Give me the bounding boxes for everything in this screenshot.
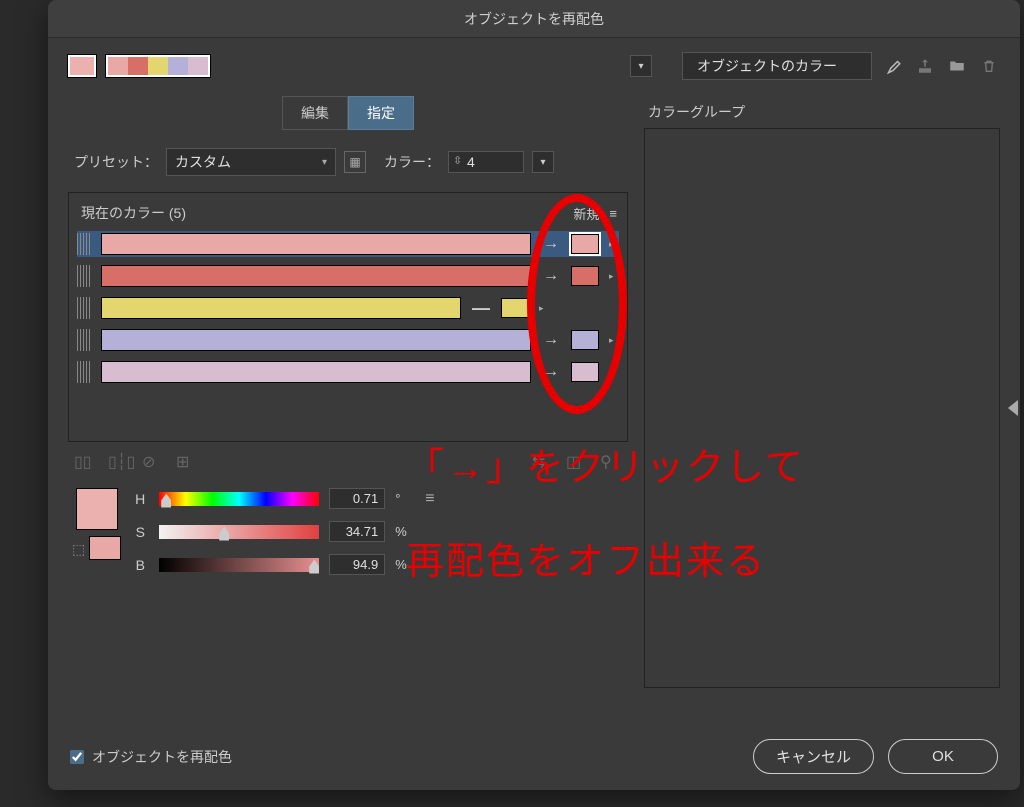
titlebar: オブジェクトを再配色 bbox=[48, 0, 1020, 38]
source-color-bar[interactable] bbox=[101, 329, 531, 351]
preset-options-icon[interactable]: ▦ bbox=[344, 151, 366, 173]
dialog-title: オブジェクトを再配色 bbox=[464, 9, 604, 29]
recolor-arrow-icon[interactable]: → bbox=[541, 235, 561, 253]
color-row[interactable]: →▸ bbox=[77, 231, 619, 257]
main-area: 編集 指定 プリセット： カスタム ▾ ▦ カラー： 4 ▾ 現在 bbox=[48, 90, 1020, 723]
color-group-strip[interactable] bbox=[106, 55, 210, 77]
target-menu-icon[interactable]: ▸ bbox=[609, 367, 619, 378]
target-swatch[interactable] bbox=[571, 362, 599, 382]
main-swatch[interactable] bbox=[76, 488, 118, 530]
target-swatch[interactable] bbox=[501, 298, 529, 318]
current-color-swatch[interactable] bbox=[68, 55, 96, 77]
color-list-panel: 現在のカラー (5) 新規 ≡ →▸→▸—▸→▸→▸ bbox=[68, 192, 628, 442]
expand-panel-icon[interactable] bbox=[1008, 400, 1018, 416]
row-handle[interactable] bbox=[77, 329, 91, 351]
hsl-menu-icon[interactable]: ≡ bbox=[425, 490, 434, 508]
color-groups-list[interactable] bbox=[644, 128, 1000, 688]
group-dropdown-button[interactable]: ▾ bbox=[630, 55, 652, 77]
panel-menu-icon[interactable]: ≡ bbox=[609, 206, 615, 221]
color-row[interactable]: →▸ bbox=[77, 327, 619, 353]
color-count-label: カラー： bbox=[384, 152, 440, 172]
find-color-icon[interactable]: ⚲ bbox=[600, 452, 622, 470]
footer: オブジェクトを再配色 キャンセル OK bbox=[48, 723, 1020, 790]
target-menu-icon[interactable]: ▸ bbox=[609, 271, 619, 282]
recolor-arrow-icon[interactable]: → bbox=[541, 331, 561, 349]
secondary-swatch[interactable] bbox=[89, 536, 121, 560]
source-color-bar[interactable] bbox=[101, 297, 461, 319]
recolor-off-icon[interactable]: — bbox=[471, 298, 491, 319]
hsl-section: ⬚ H 0.71 ° ≡ S bbox=[68, 488, 628, 575]
merge-icon[interactable]: ▯▯ bbox=[74, 452, 96, 470]
preset-label: プリセット： bbox=[74, 152, 158, 172]
color-groups-label: カラーグループ bbox=[648, 102, 1000, 122]
ok-button[interactable]: OK bbox=[888, 739, 998, 774]
color-count-dropdown[interactable]: ▾ bbox=[532, 151, 554, 173]
saturation-input[interactable]: 34.71 bbox=[329, 521, 385, 542]
target-swatch[interactable] bbox=[571, 234, 599, 254]
exclude-icon[interactable]: ⊘ bbox=[142, 452, 164, 470]
tab-assign[interactable]: 指定 bbox=[348, 96, 414, 130]
row-handle[interactable] bbox=[77, 265, 91, 287]
panel-tools: ▯▯ ▯┆▯ ⊘ ⊞ ⇆ ◫ ⚲ bbox=[68, 442, 628, 470]
tab-edit[interactable]: 編集 bbox=[282, 96, 348, 130]
randomize-saturation-icon[interactable]: ◫ bbox=[566, 452, 588, 470]
color-count-input[interactable]: 4 bbox=[448, 151, 524, 173]
recolor-arrow-icon[interactable]: → bbox=[541, 363, 561, 381]
split-icon[interactable]: ▯┆▯ bbox=[108, 452, 130, 470]
brightness-input[interactable]: 94.9 bbox=[329, 554, 385, 575]
source-color-bar[interactable] bbox=[101, 265, 531, 287]
row-handle[interactable] bbox=[77, 361, 91, 383]
tab-group: 編集 指定 bbox=[68, 96, 628, 130]
color-row[interactable]: —▸ bbox=[77, 295, 619, 321]
color-row[interactable]: →▸ bbox=[77, 359, 619, 385]
source-color-bar[interactable] bbox=[101, 361, 531, 383]
recolor-arrow-icon[interactable]: → bbox=[541, 267, 561, 285]
row-handle[interactable] bbox=[77, 297, 91, 319]
right-panel: カラーグループ bbox=[644, 90, 1000, 723]
target-menu-icon[interactable]: ▸ bbox=[609, 335, 619, 346]
target-menu-icon[interactable]: ▸ bbox=[539, 303, 549, 314]
recolor-checkbox[interactable] bbox=[70, 750, 84, 764]
source-color-bar[interactable] bbox=[101, 233, 531, 255]
brightness-slider[interactable] bbox=[159, 558, 319, 572]
save-group-icon[interactable] bbox=[914, 55, 936, 77]
target-swatch[interactable] bbox=[571, 330, 599, 350]
left-panel: 編集 指定 プリセット： カスタム ▾ ▦ カラー： 4 ▾ 現在 bbox=[68, 90, 628, 723]
hue-label: H bbox=[131, 491, 149, 507]
cube-icon[interactable]: ⬚ bbox=[72, 541, 85, 558]
trash-icon[interactable] bbox=[978, 55, 1000, 77]
hue-slider[interactable] bbox=[159, 492, 319, 506]
new-colors-label: 新規 bbox=[573, 204, 599, 223]
eyedropper-icon[interactable] bbox=[882, 55, 904, 77]
recolor-dialog: オブジェクトを再配色 ▾ オブジェクトのカラー 編集 指定 bbox=[48, 0, 1020, 790]
object-color-field[interactable]: オブジェクトのカラー bbox=[682, 52, 872, 80]
target-swatch[interactable] bbox=[571, 266, 599, 286]
toolbar: ▾ オブジェクトのカラー bbox=[48, 38, 1020, 90]
brightness-label: B bbox=[131, 557, 149, 573]
chevron-down-icon: ▾ bbox=[322, 157, 327, 168]
saturation-slider[interactable] bbox=[159, 525, 319, 539]
preset-select[interactable]: カスタム ▾ bbox=[166, 148, 336, 176]
hue-input[interactable]: 0.71 bbox=[329, 488, 385, 509]
recolor-checkbox-label[interactable]: オブジェクトを再配色 bbox=[70, 747, 232, 767]
saturation-label: S bbox=[131, 524, 149, 540]
current-colors-label: 現在のカラー (5) bbox=[81, 203, 186, 223]
preset-row: プリセット： カスタム ▾ ▦ カラー： 4 ▾ bbox=[68, 148, 628, 176]
cancel-button[interactable]: キャンセル bbox=[753, 739, 874, 774]
row-handle[interactable] bbox=[77, 233, 91, 255]
folder-icon[interactable] bbox=[946, 55, 968, 77]
new-row-icon[interactable]: ⊞ bbox=[176, 452, 198, 470]
color-row[interactable]: →▸ bbox=[77, 263, 619, 289]
target-menu-icon[interactable]: ▸ bbox=[609, 239, 619, 250]
randomize-order-icon[interactable]: ⇆ bbox=[532, 452, 554, 470]
